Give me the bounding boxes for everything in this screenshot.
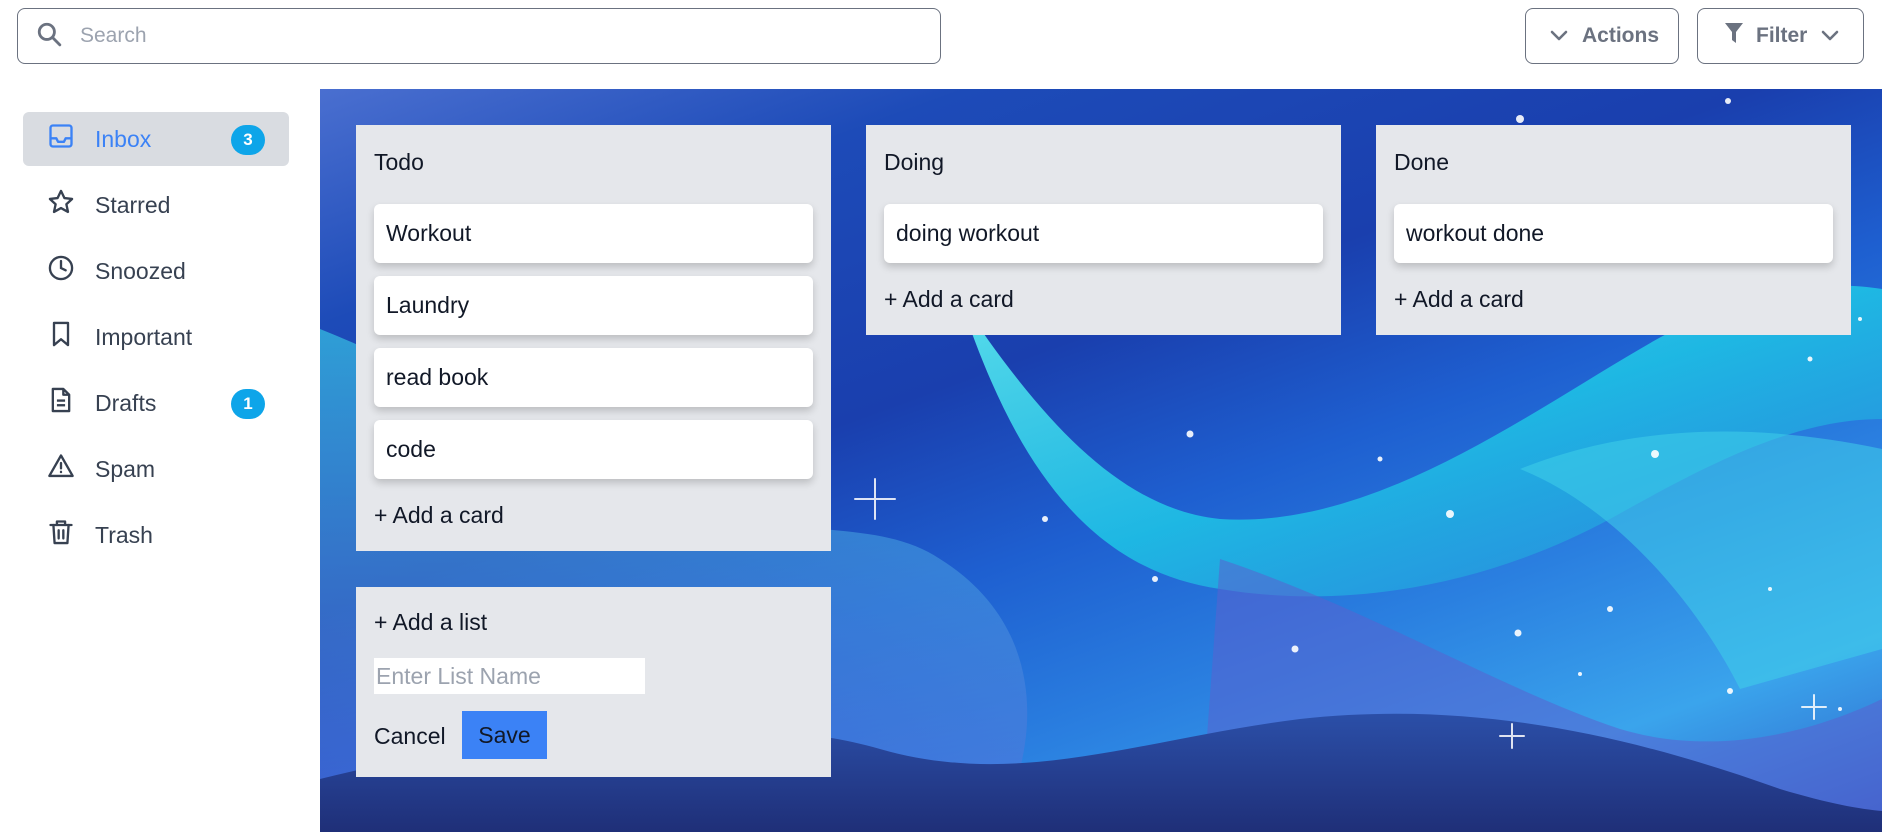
sidebar-item-label: Important — [95, 323, 193, 350]
chevron-down-icon — [1550, 24, 1568, 48]
sidebar-item-important[interactable]: Important — [23, 310, 289, 364]
bookmark-icon — [47, 320, 75, 354]
cancel-button[interactable]: Cancel — [374, 723, 446, 750]
add-card-button[interactable]: + Add a card — [1394, 286, 1524, 313]
sidebar-item-label: Inbox — [95, 125, 152, 152]
star-icon — [47, 188, 75, 222]
search-box[interactable] — [17, 8, 941, 64]
sidebar-item-trash[interactable]: Trash — [23, 508, 289, 562]
list-title: Done — [1394, 149, 1449, 175]
save-button[interactable]: Save — [462, 711, 547, 759]
list-todo: Todo Workout Laundry read book code + Ad… — [356, 125, 831, 551]
search-icon — [36, 21, 62, 52]
add-list-form: + Add a list Cancel Save — [356, 587, 831, 777]
sidebar-item-label: Drafts — [95, 389, 157, 416]
clock-icon — [47, 254, 75, 288]
chevron-down-icon — [1821, 24, 1839, 48]
card[interactable]: code — [374, 420, 813, 479]
funnel-icon — [1724, 22, 1744, 50]
card[interactable]: read book — [374, 348, 813, 407]
sidebar-item-starred[interactable]: Starred — [23, 178, 289, 232]
search-input[interactable] — [80, 24, 880, 48]
list-title: Todo — [374, 149, 424, 175]
warning-icon — [47, 452, 75, 486]
sidebar: Inbox 3 Starred Snoozed Important Drafts… — [0, 89, 320, 832]
kanban-board: Todo Workout Laundry read book code + Ad… — [320, 89, 1882, 832]
inbox-icon — [47, 122, 75, 156]
sidebar-item-drafts[interactable]: Drafts 1 — [23, 376, 289, 430]
sidebar-item-label: Trash — [95, 521, 153, 548]
card[interactable]: doing workout — [884, 204, 1323, 263]
actions-label: Actions — [1582, 24, 1660, 47]
trash-icon — [47, 518, 75, 552]
filter-label: Filter — [1756, 24, 1808, 47]
sidebar-item-snoozed[interactable]: Snoozed — [23, 244, 289, 298]
sidebar-item-label: Spam — [95, 455, 156, 482]
sidebar-item-label: Snoozed — [95, 257, 186, 284]
drafts-count-badge: 1 — [231, 389, 265, 419]
list-title: Doing — [884, 149, 945, 175]
top-bar: Actions Filter — [0, 0, 1882, 89]
actions-button[interactable]: Actions — [1525, 8, 1679, 64]
filter-button[interactable]: Filter — [1697, 8, 1864, 64]
card[interactable]: workout done — [1394, 204, 1833, 263]
sidebar-item-inbox[interactable]: Inbox 3 — [23, 112, 289, 166]
list-doing: Doing doing workout + Add a card — [866, 125, 1341, 335]
sidebar-item-spam[interactable]: Spam — [23, 442, 289, 496]
sidebar-item-label: Starred — [95, 191, 171, 218]
add-list-label: + Add a list — [374, 609, 488, 635]
add-card-button[interactable]: + Add a card — [374, 502, 504, 529]
list-done: Done workout done + Add a card — [1376, 125, 1851, 335]
card[interactable]: Laundry — [374, 276, 813, 335]
card[interactable]: Workout — [374, 204, 813, 263]
document-icon — [47, 386, 75, 420]
unread-count-badge: 3 — [231, 125, 265, 155]
add-card-button[interactable]: + Add a card — [884, 286, 1014, 313]
list-name-input[interactable] — [374, 658, 645, 694]
